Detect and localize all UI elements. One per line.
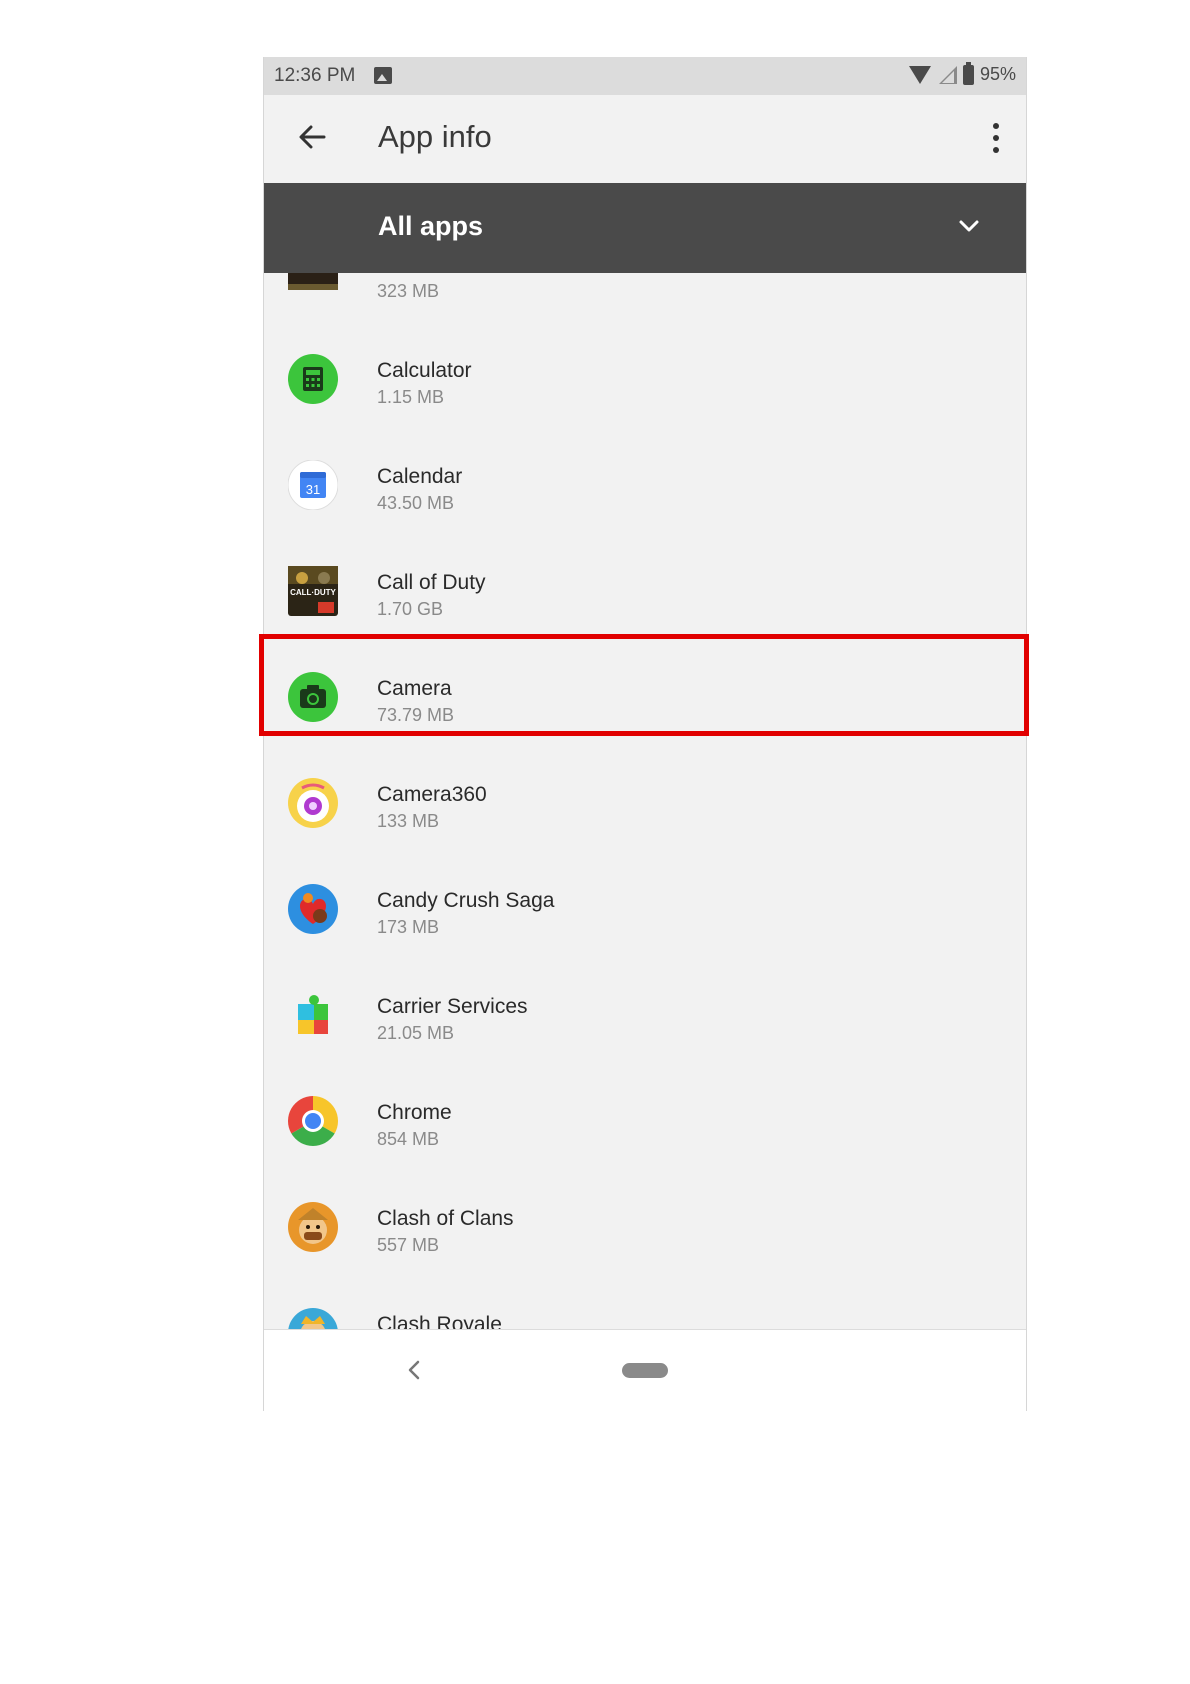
app-size: 173 MB	[377, 917, 440, 937]
status-bar: 12:36 PM 95%	[264, 57, 1026, 95]
app-name: Calendar	[377, 465, 463, 488]
app-list-item[interactable]: Calculator 1.15 MB	[264, 326, 1026, 432]
app-list-item-camera[interactable]: Camera 73.79 MB	[264, 644, 1026, 750]
camera-icon	[288, 672, 338, 722]
call-of-duty-icon: CALL·DUTY	[288, 566, 338, 616]
app-name: Clash of Clans	[377, 1207, 514, 1230]
game-thumbnail-icon	[288, 273, 338, 290]
app-filter-dropdown[interactable]: All apps	[264, 183, 1026, 273]
battery-percent: 95%	[979, 64, 1016, 84]
status-indicators: 95%	[908, 61, 1016, 85]
app-size: 557 MB	[377, 1235, 440, 1255]
app-name: Candy Crush Saga	[377, 889, 555, 912]
app-list[interactable]: 323 MB Calculator 1.15 MB 31 Calendar 43…	[264, 273, 1026, 1329]
app-size: 1.15 MB	[377, 387, 445, 407]
home-pill[interactable]	[622, 1363, 668, 1378]
app-list-item[interactable]: 31 Calendar 43.50 MB	[264, 432, 1026, 538]
wifi-icon	[908, 65, 931, 84]
app-name: Carrier Services	[377, 995, 528, 1018]
app-name: Chrome	[377, 1101, 452, 1124]
clash-royale-icon	[288, 1308, 338, 1329]
app-size: 133 MB	[377, 811, 440, 831]
app-list-item[interactable]: Candy Crush Saga 173 MB	[264, 856, 1026, 962]
app-size: 21.05 MB	[377, 1023, 455, 1043]
chrome-icon	[288, 1096, 338, 1146]
app-list-item[interactable]: Carrier Services 21.05 MB	[264, 962, 1026, 1068]
image-notification-icon	[374, 67, 392, 84]
svg-text:CALL·DUTY: CALL·DUTY	[290, 588, 336, 597]
app-name: Calculator	[377, 359, 472, 382]
page-title: App info	[378, 119, 492, 154]
signal-icon	[938, 65, 957, 84]
camera360-icon	[288, 778, 338, 828]
candy-crush-icon	[288, 884, 338, 934]
chevron-down-icon[interactable]	[958, 215, 980, 237]
calendar-icon: 31	[288, 460, 338, 510]
app-list-item[interactable]: Clash of Clans 557 MB	[264, 1174, 1026, 1280]
nav-back-icon[interactable]	[404, 1358, 424, 1382]
back-arrow-icon[interactable]	[294, 119, 330, 155]
app-list-item[interactable]: Clash Royale	[264, 1280, 1026, 1329]
svg-text:31: 31	[306, 482, 320, 497]
calculator-icon	[288, 354, 338, 404]
app-size: 73.79 MB	[377, 705, 455, 725]
filter-label: All apps	[378, 211, 484, 241]
app-name: Clash Royale	[377, 1313, 502, 1329]
phone-screen: 12:36 PM 95% App info All apps 323 MB Ca…	[263, 57, 1027, 1411]
app-size: 1.70 GB	[377, 599, 444, 619]
carrier-services-icon	[298, 995, 328, 1034]
app-list-item[interactable]: CALL·DUTY Call of Duty 1.70 GB	[264, 538, 1026, 644]
battery-icon	[962, 61, 974, 85]
app-name: Camera360	[377, 783, 487, 806]
status-time: 12:36 PM	[274, 65, 356, 86]
app-list-item[interactable]: Camera360 133 MB	[264, 750, 1026, 856]
app-list-item[interactable]: 323 MB	[264, 273, 1026, 326]
app-size: 323 MB	[377, 281, 440, 301]
navigation-bar	[264, 1329, 1026, 1411]
more-options-icon[interactable]	[992, 123, 1000, 153]
app-bar: App info	[264, 95, 1026, 183]
app-size: 43.50 MB	[377, 493, 455, 513]
clash-of-clans-icon	[288, 1202, 338, 1252]
app-size: 854 MB	[377, 1129, 440, 1149]
app-name: Camera	[377, 677, 452, 700]
app-name: Call of Duty	[377, 571, 486, 594]
app-list-item[interactable]: Chrome 854 MB	[264, 1068, 1026, 1174]
